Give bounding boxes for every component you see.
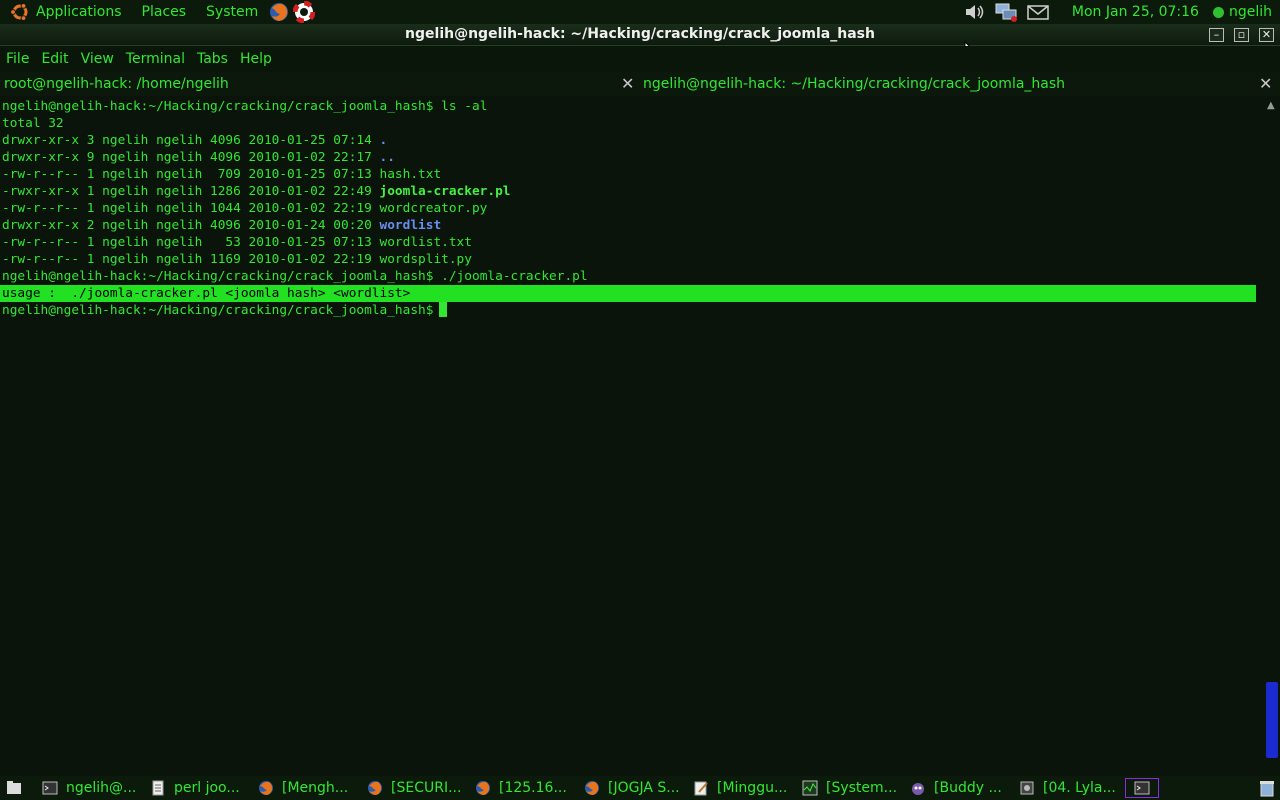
scroll-up-icon[interactable]: ▲	[1267, 100, 1275, 111]
terminal-line: ngelih@ngelih-hack:~/Hacking/cracking/cr…	[0, 302, 1264, 319]
command: ./joomla-cracker.pl	[441, 269, 588, 284]
terminal-icon	[1134, 781, 1150, 795]
usage-message: usage : ./joomla-cracker.pl <joomla hash…	[0, 285, 1256, 302]
scrollbar-thumb[interactable]	[1266, 682, 1278, 758]
tab-root-shell[interactable]: root@ngelih-hack: /home/ngelih	[4, 76, 229, 92]
taskbar-item[interactable]: [Minggu...	[693, 778, 787, 798]
tab-bar: root@ngelih-hack: /home/ngelih ✕ ngelih@…	[0, 72, 1280, 96]
window-title: ngelih@ngelih-hack: ~/Hacking/cracking/c…	[405, 26, 875, 42]
terminal-output[interactable]: ngelih@ngelih-hack:~/Hacking/cracking/cr…	[0, 98, 1264, 772]
system-tray: Mon Jan 25, 07:16 ngelih	[962, 0, 1280, 24]
file-menu[interactable]: File	[6, 51, 29, 67]
command: ls -al	[441, 99, 488, 114]
prompt: ngelih@ngelih-hack:~/Hacking/cracking/cr…	[2, 99, 434, 114]
tabs-menu[interactable]: Tabs	[197, 51, 228, 67]
ls-entry: -rw-r--r-- 1 ngelih ngelih 53 2010-01-25…	[2, 235, 472, 250]
maximize-button[interactable]: ▫	[1234, 28, 1249, 42]
file-name: .	[379, 133, 388, 148]
window-title-bar[interactable]: ngelih@ngelih-hack: ~/Hacking/cracking/c…	[0, 24, 1280, 59]
help-lifebuoy-icon[interactable]	[293, 1, 316, 23]
text-cursor	[439, 302, 448, 317]
tab-close-icon[interactable]: ✕	[1259, 74, 1272, 93]
bottom-taskbar: ngelih@... perl joo... [Mengh... [SECURI…	[0, 776, 1280, 800]
document-icon	[152, 780, 164, 796]
volume-icon[interactable]	[962, 1, 986, 23]
file-name: wordlist	[379, 218, 442, 233]
help-menu[interactable]: Help	[240, 51, 272, 67]
system-menu[interactable]: System	[206, 4, 258, 20]
top-panel: Applications Places System Mon Jan 25, 0…	[0, 0, 1280, 24]
ls-entry: -rwxr-xr-x 1 ngelih ngelih 1286 2010-01-…	[2, 184, 511, 199]
editor-icon	[694, 781, 708, 796]
terminal-icon	[42, 781, 58, 795]
pidgin-icon	[912, 783, 924, 795]
user-name[interactable]: ngelih	[1229, 4, 1272, 20]
view-menu[interactable]: View	[81, 51, 114, 67]
ls-entry: -rw-r--r-- 1 ngelih ngelih 1044 2010-01-…	[2, 201, 488, 216]
taskbar-item[interactable]: [SECURI...	[367, 778, 461, 798]
taskbar-item[interactable]: ngelih@...	[42, 778, 136, 798]
trash-icon[interactable]	[1258, 779, 1276, 797]
minimize-button[interactable]: –	[1209, 28, 1224, 42]
ls-entry: drwxr-xr-x 9 ngelih ngelih 4096 2010-01-…	[2, 150, 395, 165]
taskbar-item[interactable]: [JOGJA S...	[584, 778, 680, 798]
taskbar-item[interactable]: perl joo...	[150, 778, 240, 798]
applications-menu[interactable]: Applications	[36, 4, 122, 20]
taskbar-item[interactable]: [125.16...	[475, 778, 567, 798]
terminal-line: ngelih@ngelih-hack:~/Hacking/cracking/cr…	[0, 98, 1264, 115]
firefox-launcher-icon[interactable]	[268, 1, 290, 23]
ls-entry: -rw-r--r-- 1 ngelih ngelih 1169 2010-01-…	[2, 252, 472, 267]
firefox-icon	[585, 781, 599, 795]
prompt: ngelih@ngelih-hack:~/Hacking/cracking/cr…	[2, 303, 434, 318]
terminal-menu[interactable]: Terminal	[126, 51, 185, 67]
monitor-icon	[802, 780, 818, 796]
taskbar-item[interactable]: [Buddy ...	[910, 778, 1002, 798]
firefox-icon	[368, 781, 382, 795]
taskbar-item-active-terminal[interactable]	[1125, 778, 1159, 798]
file-name: joomla-cracker.pl	[379, 184, 511, 199]
ls-entry: drwxr-xr-x 2 ngelih ngelih 4096 2010-01-…	[2, 218, 442, 233]
terminal-line: ngelih@ngelih-hack:~/Hacking/cracking/cr…	[0, 268, 1264, 285]
show-desktop-icon[interactable]	[6, 781, 22, 795]
close-window-button[interactable]: ✕	[1259, 28, 1274, 42]
file-name: wordcreator.py	[379, 201, 488, 216]
network-icon[interactable]	[994, 1, 1018, 23]
taskbar-item[interactable]: [Mengh...	[258, 778, 348, 798]
terminal-line: total 32	[2, 116, 64, 131]
file-name: wordlist.txt	[379, 235, 472, 250]
prompt: ngelih@ngelih-hack:~/Hacking/cracking/cr…	[2, 269, 434, 284]
firefox-icon	[476, 781, 490, 795]
ubuntu-logo-icon[interactable]	[10, 2, 30, 22]
ls-entry: drwxr-xr-x 3 ngelih ngelih 4096 2010-01-…	[2, 133, 388, 148]
taskbar-item[interactable]: [04. Lyla...	[1019, 778, 1116, 798]
firefox-icon	[259, 781, 273, 795]
edit-menu[interactable]: Edit	[41, 51, 68, 67]
tab-crack-joomla-hash[interactable]: ngelih@ngelih-hack: ~/Hacking/cracking/c…	[643, 76, 1065, 92]
media-icon	[1020, 781, 1034, 795]
file-name: hash.txt	[379, 167, 442, 182]
ls-entry: -rw-r--r-- 1 ngelih ngelih 709 2010-01-2…	[2, 167, 442, 182]
terminal-scrollbar[interactable]: ▲	[1264, 98, 1280, 772]
taskbar-item[interactable]: [System...	[802, 778, 897, 798]
file-name: ..	[379, 150, 395, 165]
user-status-icon[interactable]	[1212, 6, 1224, 18]
mail-icon[interactable]	[1026, 1, 1050, 23]
tab-close-icon[interactable]: ✕	[621, 74, 634, 93]
clock[interactable]: Mon Jan 25, 07:16	[1072, 4, 1199, 20]
terminal-menu-bar: File Edit View Terminal Tabs Help	[0, 46, 1280, 72]
file-name: wordsplit.py	[379, 252, 472, 267]
places-menu[interactable]: Places	[142, 4, 187, 20]
